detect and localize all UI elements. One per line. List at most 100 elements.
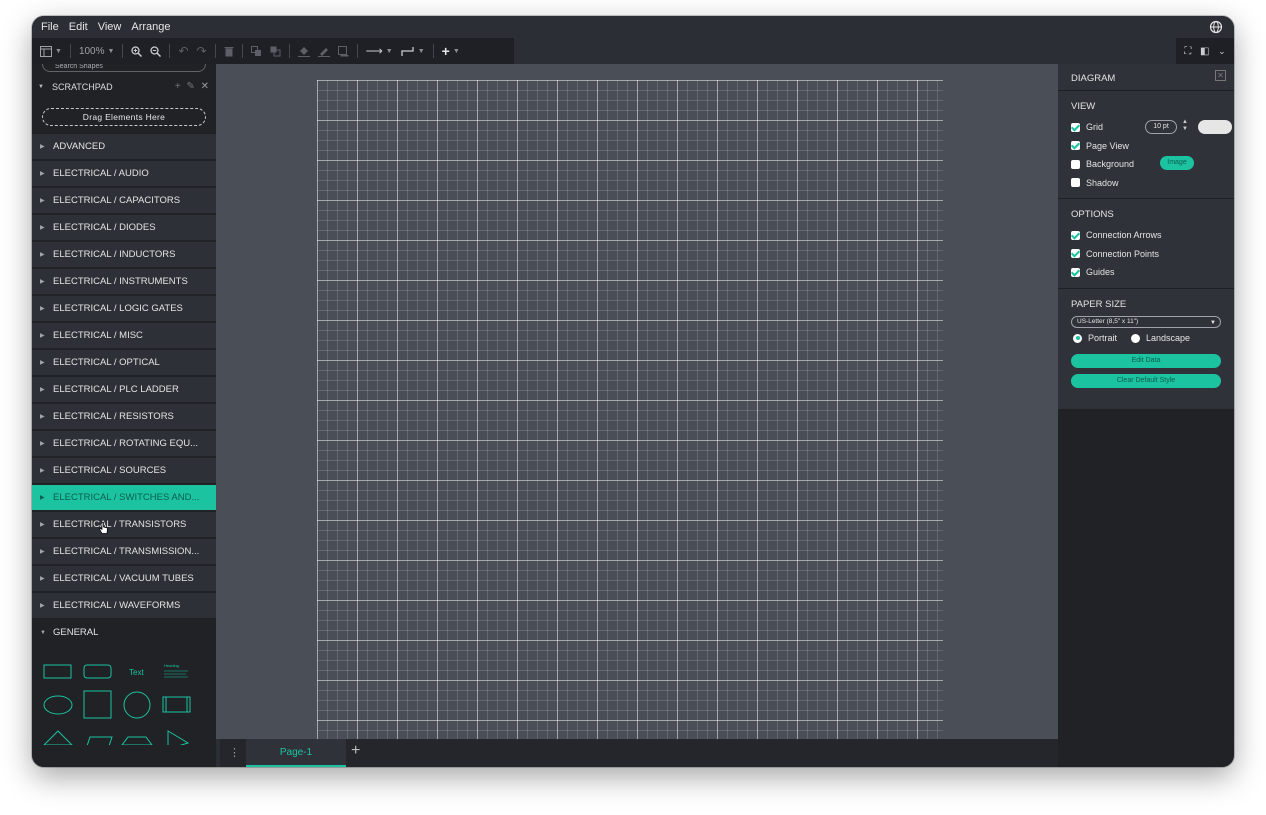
to-back-button[interactable] (266, 40, 285, 62)
grid-size-stepper[interactable]: ▲ ▼ (1182, 119, 1188, 133)
landscape-radio[interactable] (1131, 333, 1141, 343)
category-label: ELECTRICAL / AUDIO (53, 168, 149, 179)
panel-toggle-button[interactable]: ▼ (36, 40, 66, 62)
tab-page-1[interactable]: Page-1 (246, 739, 346, 767)
fullscreen-icon[interactable]: ⛶ (1184, 46, 1191, 57)
layout-icon (40, 45, 52, 57)
diagram-canvas[interactable] (216, 64, 1058, 739)
chevron-down-icon: ▼ (417, 47, 425, 55)
category-advanced[interactable]: ▶ ADVANCED (32, 134, 216, 159)
paper-size-select[interactable]: US-Letter (8,5" x 11") ▼ (1071, 316, 1221, 328)
category-electrical-transmission[interactable]: ▶ ELECTRICAL / TRANSMISSION... (32, 539, 216, 564)
category-label: ELECTRICAL / TRANSISTORS (53, 519, 187, 530)
category-label: ELECTRICAL / ROTATING EQU... (53, 438, 198, 449)
background-image-button[interactable]: Image (1160, 156, 1194, 170)
category-electrical-vacuum-tubes[interactable]: ▶ ELECTRICAL / VACUUM TUBES (32, 566, 216, 591)
menu-file[interactable]: File (41, 21, 59, 33)
guides-checkbox[interactable] (1071, 267, 1080, 277)
shadow-checkbox[interactable] (1071, 178, 1080, 188)
category-electrical-transistors[interactable]: ▶ ELECTRICAL / TRANSISTORS (32, 512, 216, 537)
shadow-button[interactable] (334, 40, 353, 62)
connection-arrows-checkbox[interactable] (1071, 230, 1080, 240)
scratchpad-body: Drag Elements Here (32, 100, 216, 132)
category-electrical-diodes[interactable]: ▶ ELECTRICAL / DIODES (32, 215, 216, 240)
portrait-radio[interactable] (1073, 333, 1082, 343)
zoom-in-button[interactable] (127, 40, 146, 62)
clear-default-style-button[interactable]: Clear Default Style (1071, 374, 1221, 388)
category-label: ELECTRICAL / WAVEFORMS (53, 600, 181, 611)
category-electrical-capacitors[interactable]: ▶ ELECTRICAL / CAPACITORS (32, 188, 216, 213)
category-electrical-switches[interactable]: ▶ ELECTRICAL / SWITCHES AND... (32, 485, 216, 510)
panel-title: DIAGRAM (1071, 73, 1116, 84)
drag-drop-zone[interactable]: Drag Elements Here (42, 108, 206, 126)
waypoint-button[interactable]: ▼ (397, 40, 429, 62)
scratchpad-header[interactable]: ▼ SCRATCHPAD + ✎ ✕ (32, 74, 216, 100)
hexagon-shape (121, 736, 153, 746)
category-electrical-logic-gates[interactable]: ▶ ELECTRICAL / LOGIC GATES (32, 296, 216, 321)
triangle-right-icon: ▶ (40, 360, 45, 366)
grid-size-input[interactable]: 10 pt (1145, 120, 1177, 134)
category-electrical-audio[interactable]: ▶ ELECTRICAL / AUDIO (32, 161, 216, 186)
scratchpad-title: SCRATCHPAD (51, 82, 113, 92)
background-option: Background Image (1071, 155, 1234, 174)
menu-edit[interactable]: Edit (69, 21, 88, 33)
fill-color-button[interactable] (294, 40, 314, 62)
shadow-icon (337, 45, 349, 56)
grid-color-swatch[interactable] (1198, 120, 1232, 134)
category-label: ELECTRICAL / INDUCTORS (53, 249, 176, 260)
category-electrical-rotating[interactable]: ▶ ELECTRICAL / ROTATING EQU... (32, 431, 216, 456)
category-general[interactable]: ▼ GENERAL (32, 620, 216, 645)
delete-button[interactable] (220, 40, 238, 62)
background-label: Background (1086, 159, 1135, 170)
toolbar-divider (69, 44, 71, 58)
insert-button[interactable]: + ▼ (438, 40, 464, 62)
category-electrical-inductors[interactable]: ▶ ELECTRICAL / INDUCTORS (32, 242, 216, 267)
collapse-icon[interactable]: ⌄ (1218, 46, 1226, 57)
menu-view[interactable]: View (98, 21, 122, 33)
triangle-right-icon: ▶ (40, 279, 45, 285)
category-electrical-optical[interactable]: ▶ ELECTRICAL / OPTICAL (32, 350, 216, 375)
triangle-right-icon: ▶ (40, 441, 45, 447)
category-electrical-instruments[interactable]: ▶ ELECTRICAL / INSTRUMENTS (32, 269, 216, 294)
search-input[interactable]: Search Shapes (42, 64, 206, 72)
close-panel-icon[interactable]: ✕ (1215, 70, 1226, 81)
redo-button[interactable]: ↷ (193, 40, 211, 62)
toolbar-divider (432, 44, 434, 58)
portrait-label: Portrait (1088, 333, 1118, 343)
heading-shape: Heading (164, 663, 179, 668)
zoom-select[interactable]: 100% ▼ (75, 40, 119, 62)
category-electrical-sources[interactable]: ▶ ELECTRICAL / SOURCES (32, 458, 216, 483)
add-page-button[interactable]: + (351, 742, 360, 760)
category-electrical-plc-ladder[interactable]: ▶ ELECTRICAL / PLC LADDER (32, 377, 216, 402)
background-checkbox[interactable] (1071, 159, 1080, 169)
shapes-sidebar: Search Shapes ▼ SCRATCHPAD + ✎ ✕ Drag El… (32, 64, 216, 767)
to-front-button[interactable] (247, 40, 266, 62)
connection-style-button[interactable]: ⟶ ▼ (362, 40, 397, 62)
pages-menu-icon[interactable]: ⋮ (229, 746, 240, 759)
format-panel-icon[interactable]: ◧ (1200, 46, 1209, 57)
triangle-right-icon: ▶ (40, 171, 45, 177)
grid-option: Grid 10 pt ▲ ▼ (1071, 118, 1234, 137)
category-label: ADVANCED (53, 141, 106, 152)
page-grid[interactable] (317, 80, 943, 739)
connection-points-checkbox[interactable] (1071, 249, 1080, 259)
add-icon[interactable]: + (175, 81, 181, 92)
menu-arrange[interactable]: Arrange (131, 21, 170, 33)
category-electrical-waveforms[interactable]: ▶ ELECTRICAL / WAVEFORMS (32, 593, 216, 618)
grid-checkbox[interactable] (1071, 122, 1080, 132)
edit-data-button[interactable]: Edit Data (1071, 354, 1221, 368)
line-color-button[interactable] (314, 40, 334, 62)
paper-size-section: PAPER SIZE US-Letter (8,5" x 11") ▼ Port… (1058, 288, 1234, 388)
page-view-checkbox[interactable] (1071, 141, 1080, 151)
triangle-right-icon: ▶ (40, 387, 45, 393)
close-icon[interactable]: ✕ (201, 81, 209, 92)
grid-label: Grid (1086, 122, 1104, 133)
parallelogram-shape (85, 736, 113, 750)
category-electrical-resistors[interactable]: ▶ ELECTRICAL / RESISTORS (32, 404, 216, 429)
zoom-out-button[interactable] (146, 40, 165, 62)
hand-cursor-icon (98, 522, 108, 534)
edit-icon[interactable]: ✎ (186, 81, 194, 92)
globe-icon[interactable] (1209, 20, 1223, 34)
category-electrical-misc[interactable]: ▶ ELECTRICAL / MISC (32, 323, 216, 348)
undo-button[interactable]: ↶ (174, 40, 192, 62)
